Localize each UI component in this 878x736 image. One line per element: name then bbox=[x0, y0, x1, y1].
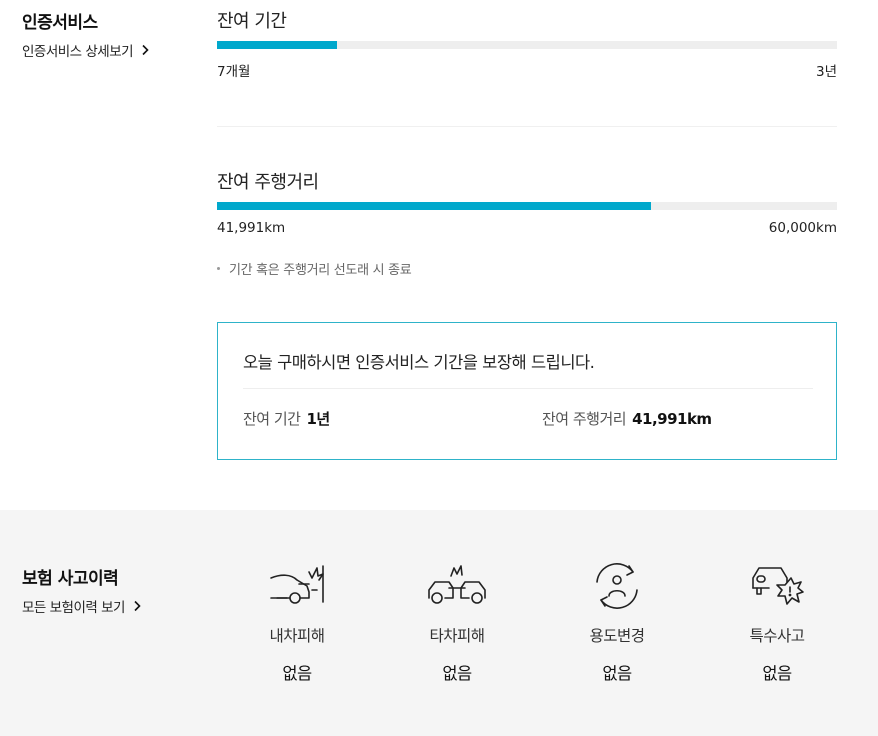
end-condition-note-text: 기간 혹은 주행거리 선도래 시 종료 bbox=[229, 263, 412, 278]
end-condition-note: 기간 혹은 주행거리 선도래 시 종료 bbox=[217, 259, 412, 278]
insurance-title: 보험 사고이력 bbox=[22, 569, 119, 589]
insurance-item-own-damage: 내차피해 없음 bbox=[237, 558, 357, 684]
remaining-period-title: 잔여 기간 bbox=[217, 11, 287, 32]
remaining-mileage-title: 잔여 주행거리 bbox=[217, 172, 319, 193]
remaining-mileage-bar-fill bbox=[217, 202, 651, 210]
promo-period-value: 1년 bbox=[306, 410, 330, 428]
own-damage-label: 내차피해 bbox=[269, 627, 325, 645]
guarantee-promo-box: 오늘 구매하시면 인증서비스 기간을 보장해 드립니다. 잔여 기간 1년 잔여 … bbox=[217, 322, 837, 460]
remaining-period-start: 7개월 bbox=[217, 64, 251, 80]
insurance-item-usage-change: 용도변경 없음 bbox=[557, 558, 677, 684]
own-damage-value: 없음 bbox=[282, 664, 312, 683]
insurance-item-special-accident: 특수사고 없음 bbox=[717, 558, 837, 684]
remaining-mileage-end: 60,000km bbox=[768, 220, 837, 236]
promo-mileage-value: 41,991km bbox=[632, 410, 712, 428]
certification-detail-link-label: 인증서비스 상세보기 bbox=[22, 44, 134, 60]
chevron-right-icon bbox=[134, 600, 141, 612]
usage-change-icon bbox=[596, 563, 638, 609]
other-damage-value: 없음 bbox=[442, 664, 472, 683]
remaining-mileage-start: 41,991km bbox=[217, 220, 286, 236]
special-accident-icon bbox=[752, 567, 804, 605]
usage-change-label: 용도변경 bbox=[589, 627, 645, 645]
promo-mileage: 잔여 주행거리 41,991km bbox=[542, 408, 712, 429]
remaining-period-end: 3년 bbox=[815, 64, 837, 80]
usage-change-value: 없음 bbox=[602, 664, 632, 683]
promo-divider bbox=[243, 388, 813, 389]
insurance-all-link[interactable]: 모든 보험이력 보기 bbox=[22, 596, 143, 616]
special-accident-value: 없음 bbox=[762, 664, 792, 683]
remaining-mileage-bar bbox=[217, 202, 837, 210]
promo-period-label: 잔여 기간 bbox=[243, 410, 301, 428]
chevron-right-icon bbox=[142, 44, 149, 56]
promo-mileage-label: 잔여 주행거리 bbox=[542, 410, 627, 428]
other-car-damage-icon bbox=[428, 565, 486, 604]
promo-period: 잔여 기간 1년 bbox=[243, 408, 330, 429]
insurance-history-section: 보험 사고이력 모든 보험이력 보기 내차피해 없음 타차피해 없음 용도변경 … bbox=[0, 510, 878, 736]
own-car-damage-icon bbox=[270, 565, 324, 604]
remaining-period-bar bbox=[217, 41, 837, 49]
promo-title: 오늘 구매하시면 인증서비스 기간을 보장해 드립니다. bbox=[243, 353, 595, 372]
insurance-all-link-label: 모든 보험이력 보기 bbox=[22, 600, 125, 616]
section-divider bbox=[217, 126, 837, 127]
remaining-period-bar-fill bbox=[217, 41, 338, 49]
certification-title: 인증서비스 bbox=[22, 13, 98, 33]
special-accident-label: 특수사고 bbox=[749, 627, 805, 645]
certification-section: 인증서비스 인증서비스 상세보기 잔여 기간 7개월 3년 잔여 주행거리 41… bbox=[0, 0, 878, 510]
bullet-dot bbox=[217, 267, 220, 270]
certification-detail-link[interactable]: 인증서비스 상세보기 bbox=[22, 40, 151, 60]
other-damage-label: 타차피해 bbox=[429, 627, 485, 645]
insurance-item-other-damage: 타차피해 없음 bbox=[397, 558, 517, 684]
